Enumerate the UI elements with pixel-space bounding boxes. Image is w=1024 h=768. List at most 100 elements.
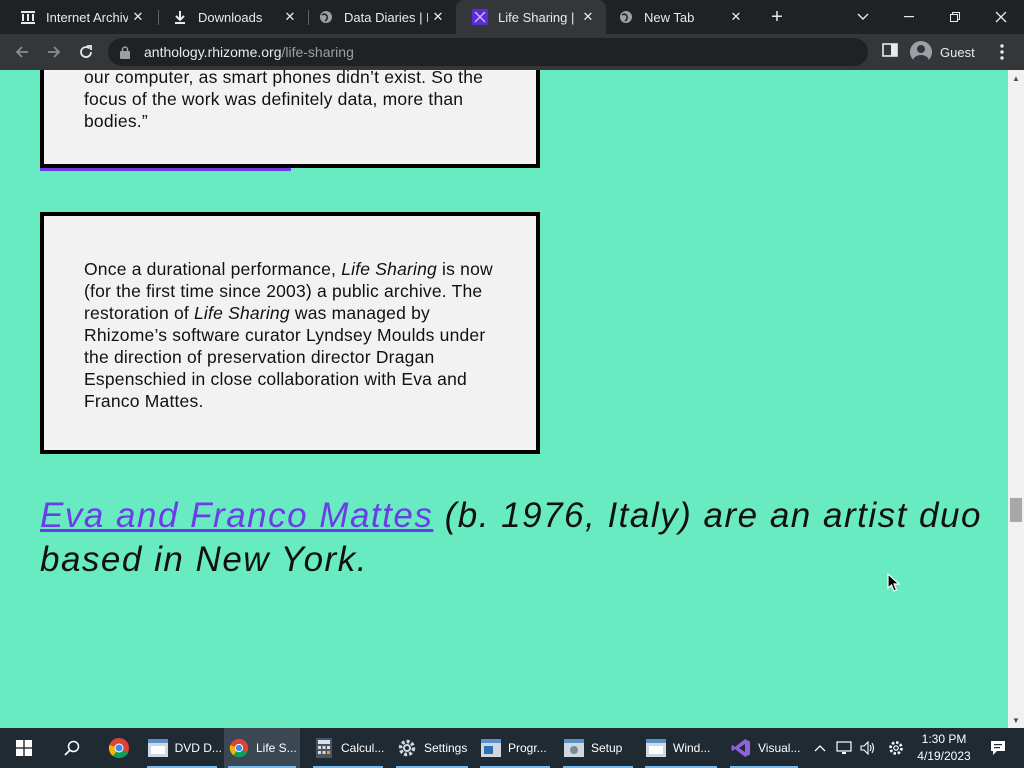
minimize-button[interactable]	[887, 0, 931, 34]
artist-link[interactable]: Eva and Franco Mattes	[40, 496, 433, 535]
taskbar-label: Settings	[424, 741, 468, 755]
back-button[interactable]	[10, 40, 34, 64]
url-path: /life-sharing	[281, 44, 354, 60]
info-text: Once a durational performance, Life Shar…	[84, 258, 504, 412]
forward-button[interactable]	[42, 40, 66, 64]
side-panel-button[interactable]	[882, 42, 902, 62]
volume-tray-button[interactable]	[856, 728, 880, 768]
globe-icon	[318, 9, 334, 25]
tab-downloads[interactable]: Downloads ✕	[156, 0, 308, 34]
globe-icon	[618, 9, 634, 25]
new-tab-button[interactable]: +	[764, 5, 790, 29]
taskbar-item-windows[interactable]: Wind...	[641, 728, 721, 768]
url-text: anthology.rhizome.org/life-sharing	[144, 44, 354, 60]
accent-bar	[40, 168, 291, 171]
close-icon[interactable]: ✕	[726, 7, 746, 27]
taskbar-item-settings[interactable]: Settings	[392, 728, 472, 768]
tab-search-button[interactable]	[841, 0, 885, 34]
quote-text: our computer, as smart phones didn’t exi…	[84, 70, 484, 131]
tab-title: Life Sharing | N	[498, 9, 578, 25]
taskbar-label: Wind...	[673, 741, 711, 755]
app-window-icon	[147, 737, 169, 759]
tab-title: New Tab	[644, 9, 695, 25]
arrow-left-icon	[15, 46, 28, 58]
side-panel-icon	[882, 43, 898, 57]
scroll-up-icon[interactable]: ▲	[1008, 70, 1024, 86]
info-box: Once a durational performance, Life Shar…	[40, 212, 540, 454]
chevron-down-icon	[857, 13, 869, 20]
tab-internet-archive[interactable]: Internet Archive ✕	[4, 0, 156, 34]
tab-life-sharing[interactable]: Life Sharing | N ✕	[456, 0, 606, 34]
close-icon[interactable]: ✕	[578, 7, 598, 27]
window-close-button[interactable]	[979, 0, 1023, 34]
system-clock[interactable]: 1:30 PM 4/19/2023	[906, 731, 982, 765]
kebab-menu-icon	[1000, 44, 1004, 60]
reload-icon	[80, 45, 92, 58]
tab-strip: Internet Archive ✕ Downloads ✕ Data Diar…	[0, 0, 1024, 34]
page-viewport: our computer, as smart phones didn’t exi…	[0, 70, 1008, 728]
network-tray-button[interactable]	[832, 728, 856, 768]
clock-date: 4/19/2023	[917, 749, 971, 763]
notifications-button[interactable]	[984, 728, 1012, 768]
speaker-icon	[860, 741, 875, 755]
app-window-icon	[563, 737, 585, 759]
search-icon	[64, 740, 80, 756]
close-icon[interactable]: ✕	[428, 7, 448, 27]
quote-box: our computer, as smart phones didn’t exi…	[40, 70, 540, 168]
close-icon	[995, 11, 1007, 23]
taskbar-item-programs[interactable]: Progr...	[476, 728, 554, 768]
close-icon[interactable]: ✕	[280, 7, 300, 27]
taskbar-label: Progr...	[508, 741, 547, 755]
scroll-thumb[interactable]	[1010, 498, 1022, 522]
taskbar-item-visual-studio[interactable]: Visual...	[726, 728, 802, 768]
tab-data-diaries[interactable]: Data Diaries | N ✕	[302, 0, 456, 34]
menu-button[interactable]	[994, 40, 1010, 64]
taskbar-item-dvd[interactable]: DVD D...	[143, 728, 221, 768]
gear-icon	[396, 737, 418, 759]
taskbar-label: Setup	[591, 741, 623, 755]
url-host: anthology.rhizome.org	[144, 44, 282, 60]
calculator-icon	[313, 737, 335, 759]
avatar-icon	[910, 41, 932, 63]
windows-taskbar: DVD D... Life S... Calcul... Settings Pr…	[0, 728, 1024, 768]
chrome-icon	[108, 737, 130, 759]
minimize-icon	[904, 16, 914, 18]
windows-logo-icon	[16, 740, 32, 756]
start-button[interactable]	[0, 728, 48, 768]
arrow-right-icon	[48, 46, 61, 58]
scroll-down-icon[interactable]: ▼	[1008, 712, 1024, 728]
tray-overflow-button[interactable]	[810, 728, 830, 768]
rhizome-icon	[472, 9, 488, 25]
taskbar-label: Visual...	[758, 741, 801, 755]
archive-icon	[20, 9, 36, 25]
taskbar-item-calculator[interactable]: Calcul...	[309, 728, 387, 768]
close-icon[interactable]: ✕	[128, 7, 148, 27]
taskbar-item-life-sharing[interactable]: Life S...	[224, 728, 300, 768]
restore-button[interactable]	[933, 0, 977, 34]
restore-icon	[950, 12, 960, 22]
app-window-icon	[645, 737, 667, 759]
profile-label: Guest	[940, 44, 975, 60]
tab-title: Internet Archive	[46, 9, 128, 25]
visual-studio-icon	[730, 737, 752, 759]
taskbar-item-chrome[interactable]	[100, 728, 140, 768]
search-button[interactable]	[48, 728, 96, 768]
tab-new-tab[interactable]: New Tab ✕	[602, 0, 754, 34]
download-icon	[172, 9, 188, 25]
taskbar-item-setup[interactable]: Setup	[559, 728, 637, 768]
address-bar[interactable]: anthology.rhizome.org/life-sharing	[108, 38, 868, 66]
artist-bio: Eva and Franco Mattes (b. 1976, Italy) a…	[40, 494, 1008, 582]
tab-title: Downloads	[198, 9, 263, 25]
notification-icon	[991, 741, 1005, 755]
network-icon	[836, 741, 852, 754]
gear-icon	[889, 741, 903, 755]
profile-button[interactable]: Guest	[910, 39, 986, 65]
browser-toolbar: anthology.rhizome.org/life-sharing Guest	[0, 34, 1024, 70]
mouse-cursor-icon	[887, 573, 901, 592]
reload-button[interactable]	[74, 40, 98, 64]
info-text-part: Once a durational performance,	[84, 259, 342, 279]
taskbar-label: Calcul...	[341, 741, 385, 755]
app-window-icon	[480, 737, 502, 759]
page-scrollbar[interactable]: ▲ ▼	[1008, 70, 1024, 728]
settings-tray-button[interactable]	[884, 728, 908, 768]
